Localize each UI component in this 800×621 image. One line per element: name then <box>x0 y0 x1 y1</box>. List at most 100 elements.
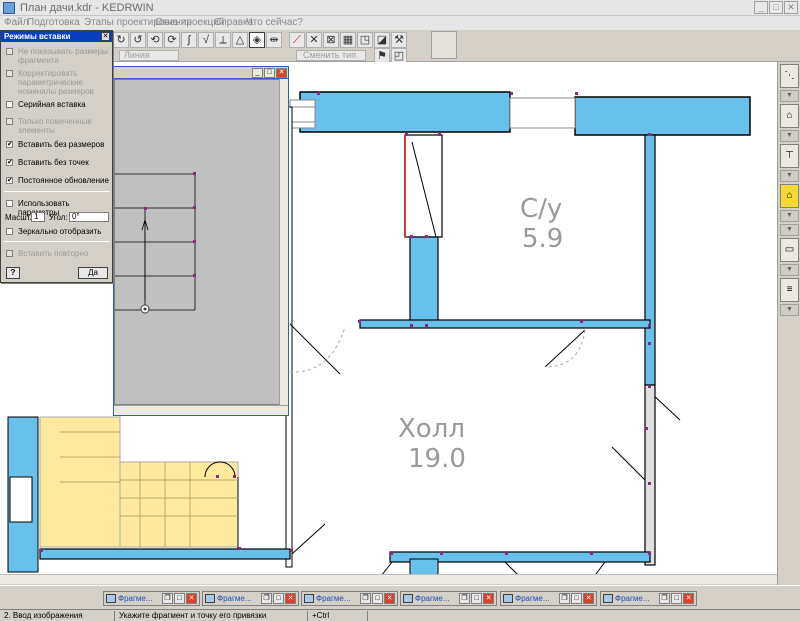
checkbox[interactable] <box>6 101 13 108</box>
snap-point-icon[interactable]: ◈ <box>249 32 265 48</box>
expand-icon[interactable]: ▼ <box>780 90 799 102</box>
option-correct-parametric[interactable]: Корректировать параметрические номиналы … <box>6 69 112 96</box>
perspective-icon[interactable]: ⌂ <box>780 104 799 128</box>
grid-icon[interactable]: ▦ <box>340 32 356 48</box>
restore-icon[interactable]: ❐ <box>162 593 173 604</box>
insert-modes-dialog[interactable]: Режимы вставки ✕ Не показывать размеры ф… <box>0 30 113 283</box>
fragment-minimize-button[interactable]: _ <box>252 68 263 78</box>
expand-icon[interactable]: ▼ <box>780 130 799 142</box>
option-only-marked[interactable]: Только помеченные элементы <box>6 117 112 135</box>
fragment-horizontal-scrollbar[interactable] <box>114 405 288 415</box>
dialog-close-button[interactable]: ✕ <box>101 32 110 41</box>
fragment-tab[interactable]: Фрагме... ❐ □ ✕ <box>500 591 597 606</box>
fragment-icon <box>304 594 314 603</box>
option-mirror[interactable]: Зеркально отобразить <box>6 227 112 237</box>
line-type-select[interactable]: Линия основная <box>119 50 179 69</box>
checkbox[interactable] <box>6 228 13 235</box>
erase-red-icon[interactable]: ⟋ <box>289 32 305 48</box>
fragment-window-titlebar[interactable]: _ □ ✕ <box>114 67 288 79</box>
checkbox[interactable] <box>6 118 13 125</box>
menu-whats-now[interactable]: Что сейчас? <box>246 17 303 28</box>
close-icon[interactable]: ✕ <box>186 593 197 604</box>
fragment-tab[interactable]: Фрагме... ❐ □ ✕ <box>103 591 200 606</box>
help-button[interactable]: ? <box>6 267 20 279</box>
expand-icon[interactable]: ▼ <box>780 224 799 236</box>
grid-cross-icon[interactable]: ⊠ <box>323 32 339 48</box>
fragment-tab[interactable]: Фрагме... ❐ □ ✕ <box>600 591 697 606</box>
expand-icon[interactable]: ▼ <box>780 210 799 222</box>
maximize-button[interactable]: □ <box>769 1 783 14</box>
building-icon[interactable]: ⌂ <box>780 184 799 208</box>
fragment-vertical-scrollbar[interactable] <box>279 79 288 405</box>
menu-file[interactable]: Файл <box>4 17 29 28</box>
fragment-tab[interactable]: Фрагме... ❐ □ ✕ <box>301 591 398 606</box>
angle-input[interactable]: 0° <box>69 212 109 222</box>
close-icon[interactable]: ✕ <box>384 593 395 604</box>
horizontal-scrollbar[interactable] <box>0 574 777 584</box>
fragment-canvas[interactable] <box>114 79 280 405</box>
fragment-tab[interactable]: Фрагме... ❐ □ ✕ <box>202 591 299 606</box>
close-button[interactable]: ✕ <box>784 1 798 14</box>
option-serial-insert[interactable]: Серийная вставка <box>6 100 112 110</box>
restore-icon[interactable]: ❐ <box>659 593 670 604</box>
expand-icon[interactable]: ▼ <box>780 264 799 276</box>
maximize-icon[interactable]: □ <box>273 593 284 604</box>
option-constant-update[interactable]: ✔ Постоянное обновление <box>6 176 112 186</box>
dimension-tool-icon[interactable]: ⊤ <box>780 144 799 168</box>
checkbox-checked[interactable]: ✔ <box>6 141 13 148</box>
expand-icon[interactable]: ▼ <box>780 304 799 316</box>
restore-icon[interactable]: ❐ <box>559 593 570 604</box>
snap-icon[interactable]: √ <box>198 32 214 48</box>
rotate-4-icon[interactable]: ⟳ <box>164 32 180 48</box>
close-icon[interactable]: ✕ <box>583 593 594 604</box>
option-insert-without-dimensions[interactable]: ✔ Вставить без размеров <box>6 140 112 150</box>
cross-icon[interactable]: ✕ <box>306 32 322 48</box>
close-icon[interactable]: ✕ <box>285 593 296 604</box>
menu-prepare[interactable]: Подготовка <box>27 17 80 28</box>
close-icon[interactable]: ✕ <box>483 593 494 604</box>
option-use-params[interactable]: Использовать параметры <box>6 199 112 217</box>
scale-input[interactable]: 1 <box>31 212 45 222</box>
option-hide-dimensions[interactable]: Не показывать размеры фрагмента <box>6 47 112 65</box>
change-line-type-select[interactable]: Сменить тип линии <box>296 50 366 69</box>
option-insert-without-points[interactable]: ✔ Вставить без точек <box>6 158 112 168</box>
fragment-tab[interactable]: Фрагме... ❐ □ ✕ <box>400 591 497 606</box>
layers-icon[interactable]: ≡ <box>780 278 799 302</box>
restore-icon[interactable]: ❐ <box>261 593 272 604</box>
stamp-icon[interactable]: ◳ <box>357 32 373 48</box>
expand-icon[interactable]: ▼ <box>780 170 799 182</box>
close-icon[interactable]: ✕ <box>683 593 694 604</box>
maximize-icon[interactable]: □ <box>571 593 582 604</box>
fragment-window[interactable]: _ □ ✕ <box>113 66 289 416</box>
option-insert-again[interactable]: Вставить повторно <box>6 249 112 259</box>
minimize-button[interactable]: _ <box>754 1 768 14</box>
tree-icon[interactable]: ⋱ <box>780 64 799 88</box>
paint-icon[interactable]: ◪ <box>374 32 390 48</box>
fragment-close-button[interactable]: ✕ <box>276 68 287 78</box>
rotate-3-icon[interactable]: ⟲ <box>147 32 163 48</box>
mirror-icon[interactable]: △ <box>232 32 248 48</box>
ok-button[interactable]: Да <box>78 267 108 279</box>
maximize-icon[interactable]: □ <box>471 593 482 604</box>
checkbox-checked[interactable]: ✔ <box>6 177 13 184</box>
restore-icon[interactable]: ❐ <box>360 593 371 604</box>
checkbox[interactable] <box>6 70 13 77</box>
measure-icon[interactable]: ⟂ <box>215 32 231 48</box>
checkbox[interactable] <box>6 250 13 257</box>
fragment-maximize-button[interactable]: □ <box>264 68 275 78</box>
curve-icon[interactable]: ∫ <box>181 32 197 48</box>
center-icon[interactable]: ⇹ <box>266 32 282 48</box>
maximize-icon[interactable]: □ <box>372 593 383 604</box>
wall-right-lower <box>644 384 656 566</box>
checkbox[interactable] <box>6 200 13 207</box>
checkbox-checked[interactable]: ✔ <box>6 159 13 166</box>
rotate-icon[interactable]: ↻ <box>113 32 129 48</box>
maximize-icon[interactable]: □ <box>671 593 682 604</box>
view-icon[interactable]: ▭ <box>780 238 799 262</box>
checkbox[interactable] <box>6 48 13 55</box>
rotate-alt-icon[interactable]: ↺ <box>130 32 146 48</box>
hammer-icon[interactable]: ⚒ <box>391 32 407 48</box>
maximize-icon[interactable]: □ <box>174 593 185 604</box>
dialog-titlebar[interactable]: Режимы вставки ✕ <box>1 31 112 42</box>
restore-icon[interactable]: ❐ <box>459 593 470 604</box>
